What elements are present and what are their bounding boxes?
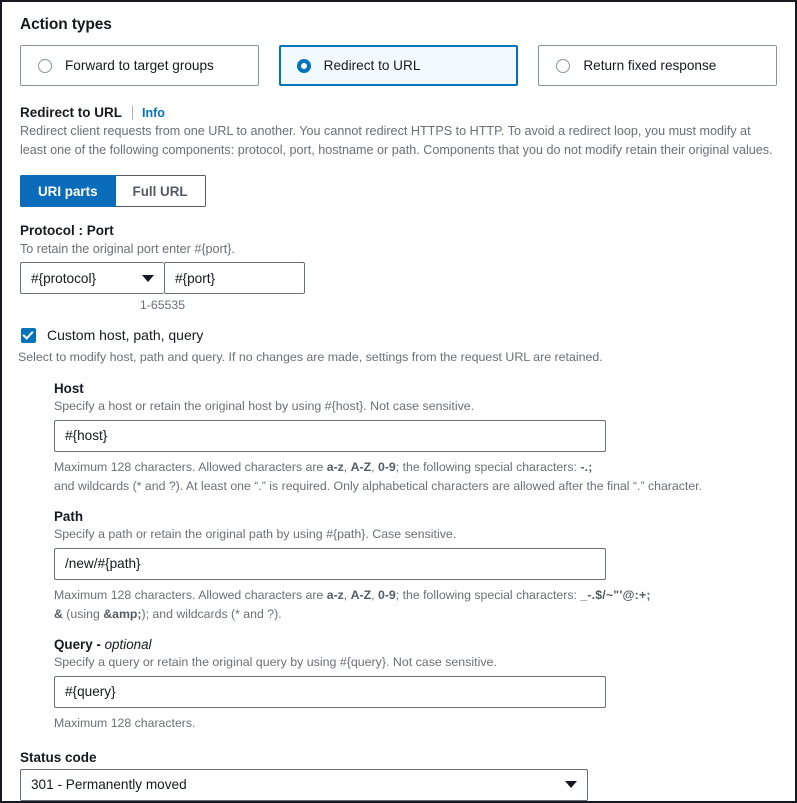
query-constraint: Maximum 128 characters. (54, 715, 196, 730)
query-description: Specify a query or retain the original q… (54, 654, 497, 669)
host-input-value: #{host} (65, 428, 108, 444)
checkbox-icon-custom[interactable] (21, 327, 36, 343)
path-input-value: /new/#{path} (65, 556, 141, 572)
host-description: Specify a host or retain the original ho… (54, 399, 475, 414)
path-constraint-line2a: (using (62, 606, 104, 621)
uri-mode-toggle: URI parts Full URL (20, 175, 206, 208)
redirect-label: Redirect to URL (20, 105, 123, 120)
tab-full-url[interactable]: Full URL (115, 175, 206, 208)
redirect-header: Redirect to URL Info (20, 105, 779, 120)
chevron-down-icon (565, 781, 577, 789)
host-constraint-line2: and wildcards (* and ?). At least one “.… (54, 478, 702, 493)
action-type-label: Forward to target groups (65, 58, 214, 73)
sep: , (371, 587, 378, 602)
sep: , (371, 459, 378, 474)
protocol-select-value: #{protocol} (31, 270, 97, 286)
path-constraint-az: a-z (326, 587, 344, 602)
host-label: Host (54, 381, 84, 397)
query-label: Query - optional (54, 637, 779, 652)
chevron-down-icon (142, 274, 154, 282)
path-constraint-entity: &amp; (103, 606, 142, 621)
query-input-value: #{query} (65, 684, 116, 700)
status-code-value: 301 - Permanently moved (31, 777, 187, 793)
path-constraint-AZ: A-Z (350, 587, 372, 602)
path-label: Path (54, 508, 84, 524)
protocol-select[interactable]: #{protocol} (20, 262, 164, 295)
query-input[interactable]: #{query} (54, 675, 606, 708)
host-constraint-09: 0-9 (377, 459, 396, 474)
path-constraint-specials: _-.$/~"'@:+; (580, 587, 651, 602)
path-constraint-text: Maximum 128 characters. Allowed characte… (54, 587, 327, 602)
tab-uri-parts[interactable]: URI parts (20, 175, 116, 208)
path-constraint: Maximum 128 characters. Allowed characte… (54, 586, 779, 624)
action-type-redirect-to-url[interactable]: Redirect to URL (278, 45, 519, 86)
query-label-optional: optional (104, 636, 152, 652)
page-title: Action types (20, 16, 112, 33)
sep: , (343, 587, 351, 602)
protocol-port-row: #{protocol} #{port} (20, 262, 779, 295)
radio-icon-fixed-response[interactable] (556, 58, 571, 73)
path-description: Specify a path or retain the original pa… (54, 526, 457, 541)
query-label-text: Query - (54, 636, 105, 652)
action-types-group: Forward to target groups Redirect to URL… (20, 45, 778, 86)
host-constraint-az: a-z (326, 459, 344, 474)
custom-checkbox-label: Custom host, path, query (47, 327, 204, 344)
radio-icon-redirect-selected[interactable] (296, 58, 311, 73)
custom-host-path-query-row[interactable]: Custom host, path, query (21, 327, 779, 343)
redirect-to-url-panel: Action types Forward to target groups Re… (0, 0, 797, 803)
host-field-group: Host Specify a host or retain the origin… (54, 381, 779, 496)
action-type-return-fixed-response[interactable]: Return fixed response (538, 45, 778, 86)
path-constraint-09: 0-9 (377, 587, 396, 602)
sep: , (343, 459, 351, 474)
port-input-value: #{port} (175, 270, 216, 286)
host-constraint-text: Maximum 128 characters. Allowed characte… (54, 459, 327, 474)
path-field-group: Path Specify a path or retain the origin… (54, 509, 779, 624)
path-constraint-line2b: ); and wildcards (* and ?). (141, 606, 282, 621)
host-input[interactable]: #{host} (54, 419, 606, 452)
port-range-hint: 1-65535 (139, 298, 186, 313)
host-constraint: Maximum 128 characters. Allowed characte… (54, 458, 779, 496)
port-input[interactable]: #{port} (164, 262, 305, 295)
protocol-port-label: Protocol : Port (20, 223, 114, 239)
redirect-description: Redirect client requests from one URL to… (20, 124, 773, 158)
host-constraint-AZ: A-Z (350, 459, 372, 474)
radio-icon-forward[interactable] (38, 58, 52, 73)
status-code-select[interactable]: 301 - Permanently moved (20, 768, 588, 801)
query-field-group: Query - optional Specify a query or reta… (54, 637, 779, 733)
protocol-port-description: To retain the original port enter #{port… (20, 242, 235, 257)
host-constraint-text2: ; the following special characters: (395, 459, 581, 474)
path-input[interactable]: /new/#{path} (54, 547, 606, 580)
custom-description: Select to modify host, path and query. I… (18, 350, 603, 365)
path-constraint-amp: & (54, 606, 63, 621)
action-type-forward-to-target-groups[interactable]: Forward to target groups (20, 45, 259, 86)
action-type-label: Redirect to URL (323, 58, 421, 73)
divider (132, 105, 134, 120)
info-link[interactable]: Info (142, 106, 165, 120)
path-constraint-text2: ; the following special characters: (395, 587, 581, 602)
host-constraint-specials: -.; (580, 459, 593, 474)
status-code-label: Status code (20, 749, 97, 765)
action-type-label: Return fixed response (583, 58, 717, 73)
